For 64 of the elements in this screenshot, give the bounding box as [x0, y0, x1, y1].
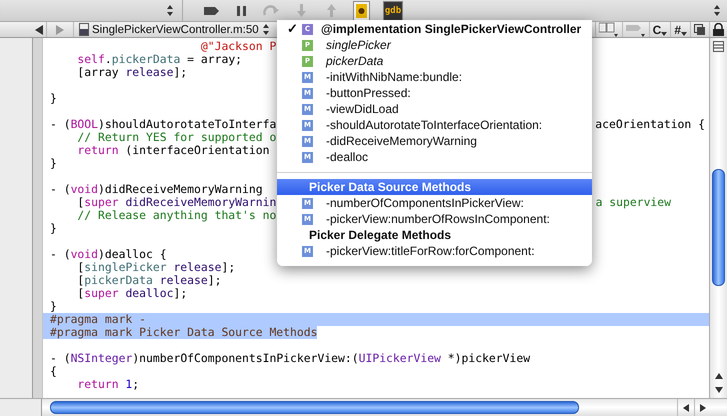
code-line: [pickerData release]; — [76, 274, 222, 287]
book-icon[interactable] — [598, 22, 619, 37]
scrollbar-thumb[interactable] — [712, 169, 725, 286]
code-line: return (interfaceOrientation — [76, 144, 270, 157]
bug-icon[interactable] — [352, 0, 370, 20]
code-line: // Release anything that's no — [76, 209, 276, 222]
menu-item-label: -dealloc — [325, 149, 368, 165]
stepper-icon[interactable] — [713, 4, 721, 17]
code-line: // Return YES for supported o — [76, 131, 276, 144]
menu-item-label: singlePicker — [325, 37, 391, 53]
code-line: [singlePicker release]; — [76, 261, 236, 274]
code-line: { — [50, 365, 57, 378]
menu-item-label: pickerData — [324, 53, 384, 69]
stepper-icon[interactable] — [262, 23, 270, 36]
code-line: #pragma mark - — [50, 313, 146, 326]
breakpoint-tag-icon[interactable] — [202, 4, 220, 16]
scroll-left-icon[interactable] — [682, 402, 690, 412]
checkmark-icon: ✓ — [287, 21, 298, 36]
code-line: self.pickerData = array; — [76, 53, 242, 66]
scroll-up-icon[interactable] — [714, 372, 724, 380]
caret-icon — [681, 32, 687, 36]
squares-icon[interactable] — [694, 24, 706, 36]
code-line: - (NSInteger)numberOfComponentsInPickerView:(UIPickerView *)pickerView — [50, 352, 530, 365]
class-menu[interactable]: C — [652, 22, 662, 36]
scroll-down-icon[interactable] — [714, 386, 724, 394]
menu-item-label: -pickerView:titleForRow:forComponent: — [325, 243, 535, 259]
menu-item-label: -didReceiveMemoryWarning — [325, 133, 477, 149]
menu-item-label: -pickerView:numberOfRowsInComponent: — [325, 211, 550, 227]
code-line: } — [50, 222, 57, 235]
code-line: #pragma mark Picker Data Source Methods — [50, 326, 318, 339]
caret-icon — [661, 32, 668, 36]
stepper-icon[interactable] — [166, 4, 174, 17]
menu-item-label: -shouldAutorotateToInterfaceOrientation: — [325, 117, 542, 133]
console-icon[interactable]: gdb — [382, 0, 404, 20]
code-fragment: a superview — [596, 196, 672, 209]
include-menu[interactable]: # — [674, 22, 681, 36]
pause-icon[interactable] — [236, 4, 246, 16]
gutter-corner — [0, 398, 42, 416]
code-line: - (void)dealloc { — [50, 248, 167, 261]
code-line: - (void)didReceiveMemoryWarning — [50, 183, 263, 196]
scrollbar-thumb[interactable] — [50, 401, 579, 414]
menu-item-label: -buttonPressed: — [325, 85, 411, 101]
menu-item-label: -numberOfComponentsInPickerView: — [325, 195, 524, 211]
file-icon — [79, 23, 89, 36]
back-arrow-icon[interactable] — [35, 24, 43, 34]
code-line: - (BOOL)shouldAutorotateToInterfa — [50, 118, 276, 131]
code-fragment: aceOrientation { — [595, 118, 706, 131]
lock-icon[interactable] — [713, 23, 724, 36]
file-popup[interactable]: SinglePickerViewController.m:50 — [89, 24, 262, 36]
split-view-icon[interactable] — [713, 41, 724, 52]
menu-item-label: -initWithNibName:bundle: — [325, 69, 462, 85]
code-line: [super didReceiveMemoryWarnin — [76, 196, 276, 209]
section-menu-item[interactable]: Picker Data Source Methods — [277, 179, 592, 195]
menu-item-label: @implementation SinglePickerViewController — [320, 21, 582, 37]
code-line: [array release]; — [76, 66, 188, 79]
code-line: } — [50, 300, 57, 313]
section-menu-item[interactable]: Picker Delegate Methods — [277, 227, 592, 243]
scroll-right-icon[interactable] — [699, 402, 707, 412]
code-line: } — [50, 157, 57, 170]
code-line: [super dealloc]; — [76, 287, 188, 300]
code-line: return 1; — [76, 378, 140, 391]
code-line: } — [50, 92, 57, 105]
menu-item-label: -viewDidLoad — [325, 101, 399, 117]
code-line: @"Jackson P — [200, 40, 276, 53]
